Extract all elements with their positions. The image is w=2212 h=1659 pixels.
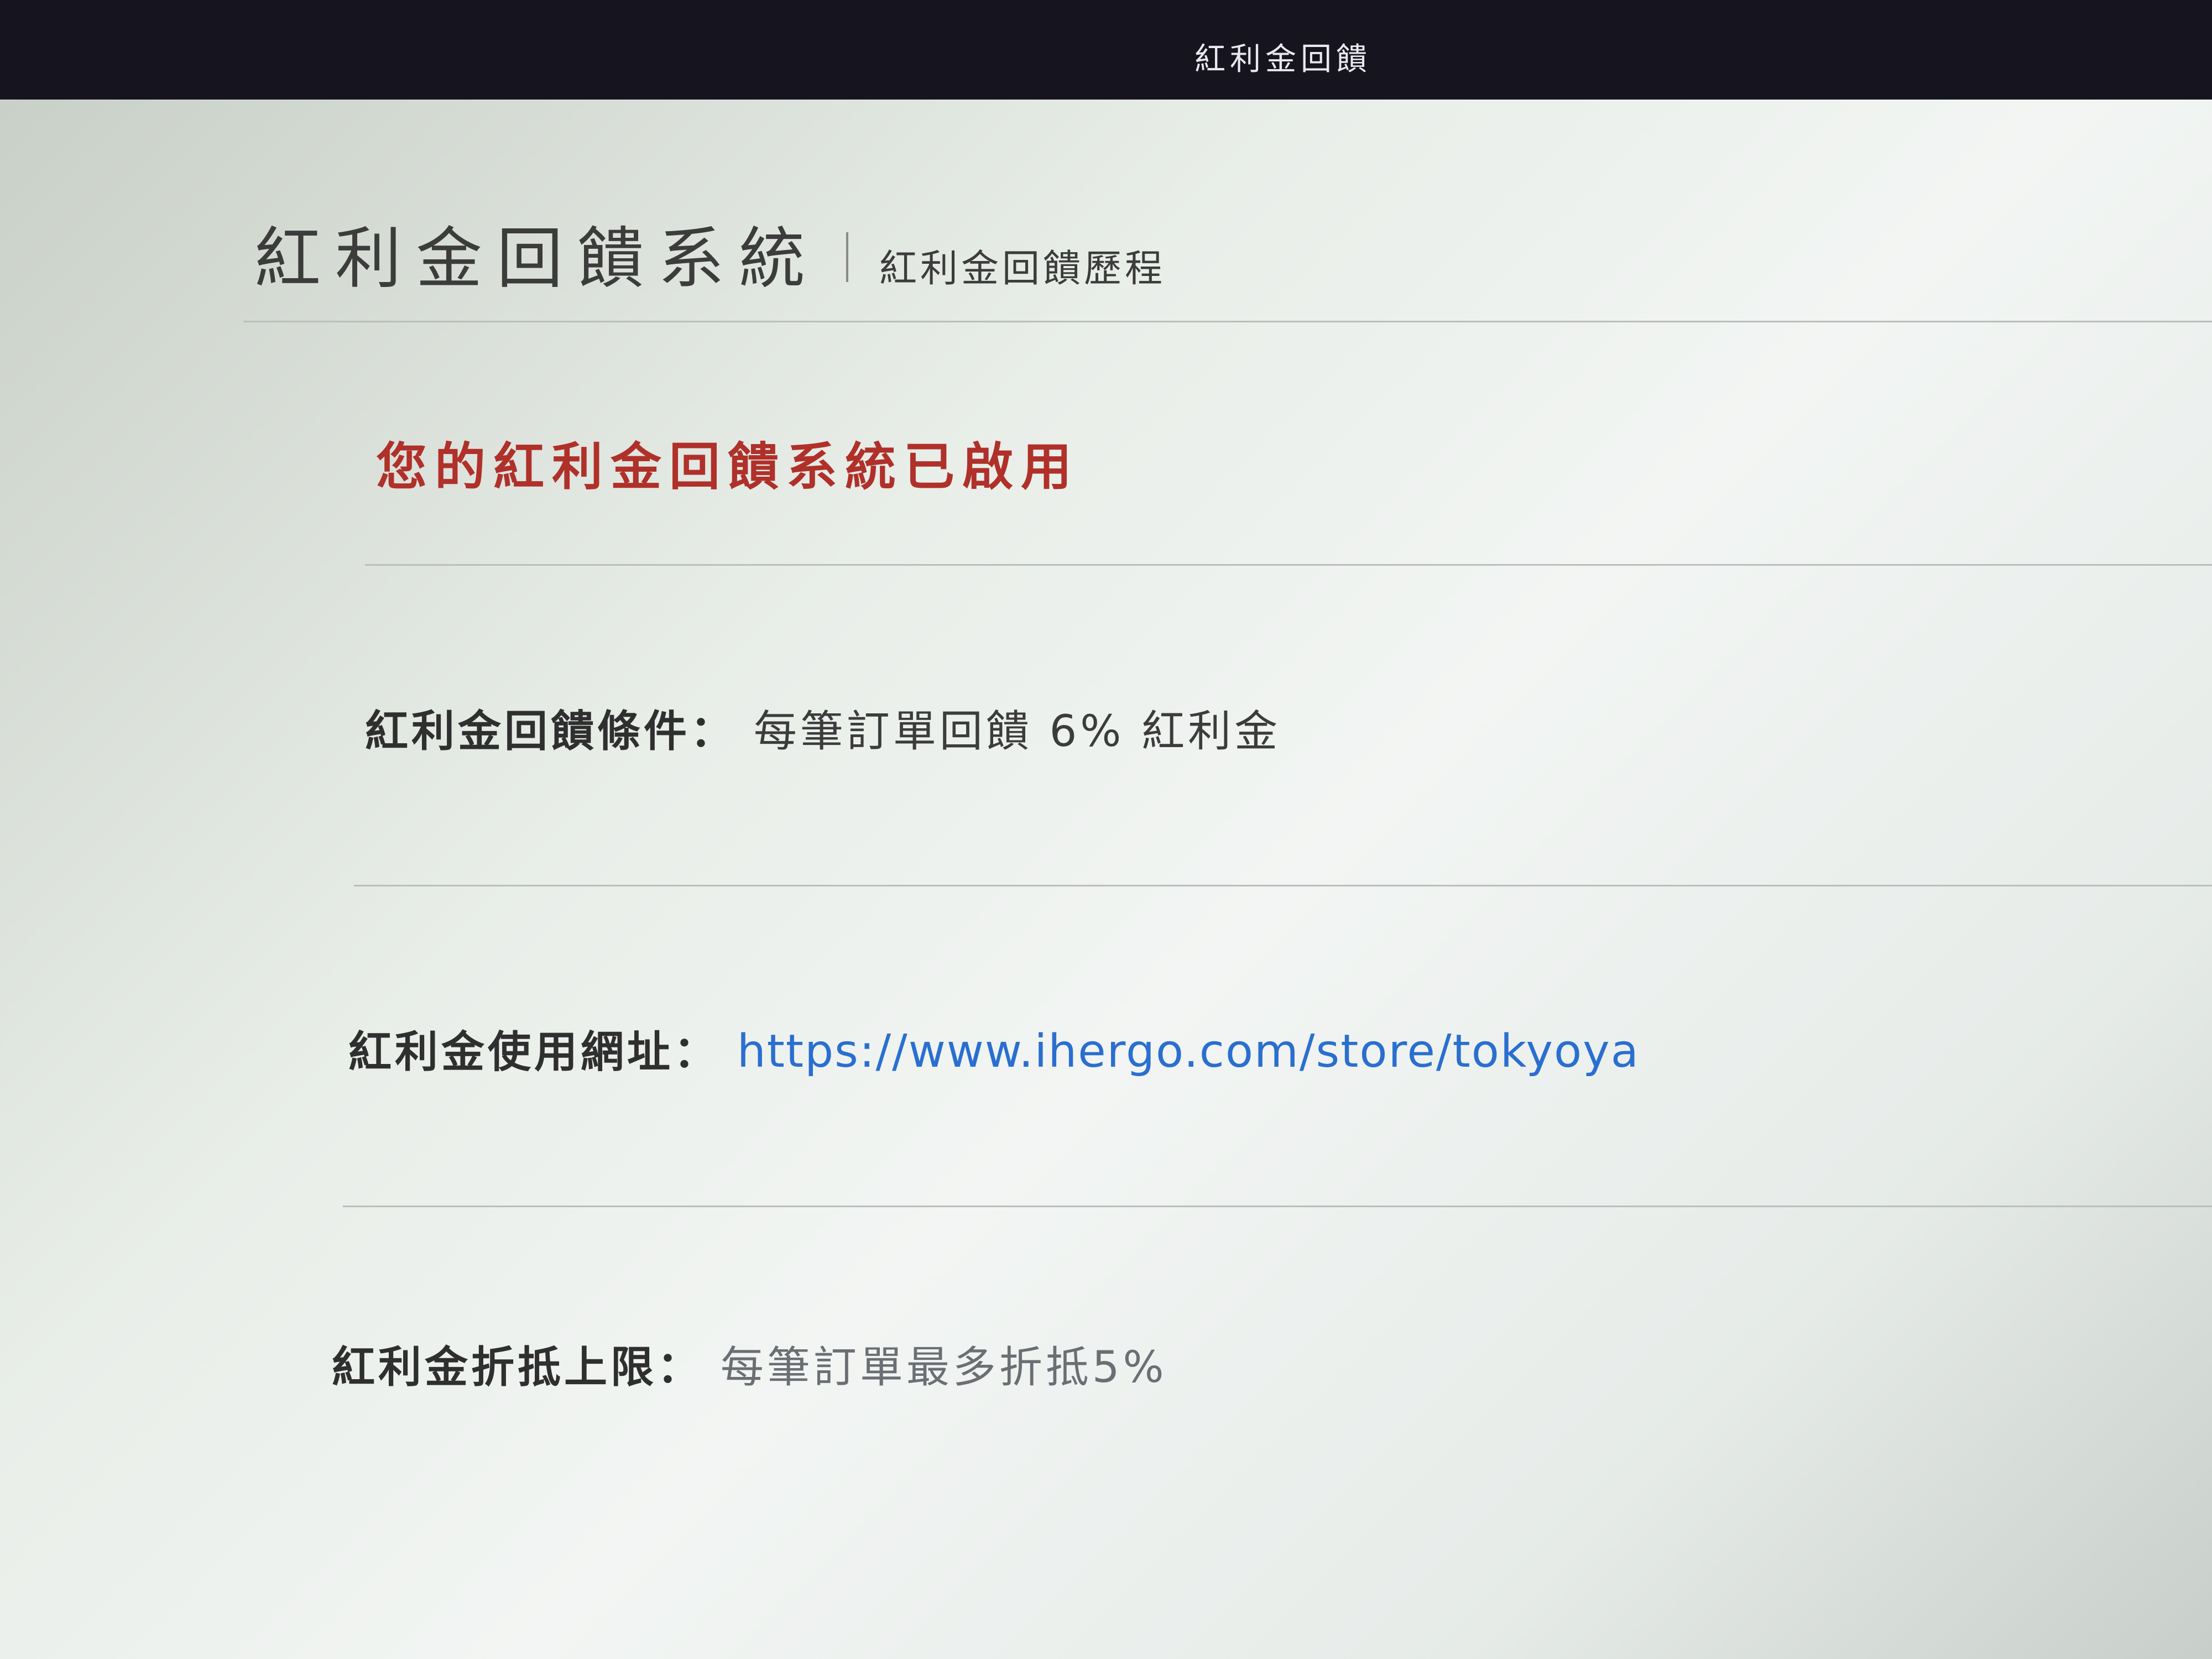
page-content: 紅利金回饋系統 紅利金回饋歷程 您的紅利金回饋系統已啟用 紅利金回饋條件： 每筆… [0,100,2212,1659]
page-title: 紅利金回饋系統 [254,221,820,298]
header-divider [846,232,848,282]
divider [343,1206,2212,1207]
divider [354,885,2212,886]
history-link[interactable]: 紅利金回饋歷程 [879,238,1166,293]
info-row-condition: 紅利金回饋條件： 每筆訂單回饋 6% 紅利金 [365,697,1281,759]
divider [365,564,2212,566]
divider [243,321,2212,322]
store-url-link[interactable]: https://www.ihergo.com/store/tokyoya [737,1025,1640,1078]
condition-label: 紅利金回饋條件： [365,707,737,757]
url-label: 紅利金使用網址： [348,1027,721,1077]
limit-label: 紅利金折抵上限： [332,1343,704,1392]
status-message: 您的紅利金回饋系統已啟用 [376,437,1080,497]
condition-value: 每筆訂單回饋 6% 紅利金 [753,707,1281,757]
info-row-url: 紅利金使用網址： https://www.ihergo.com/store/to… [348,1018,1640,1079]
limit-value: 每筆訂單最多折抵5% [720,1343,1167,1392]
window-title: 紅利金回饋 [1194,41,1371,77]
info-row-limit: 紅利金折抵上限： 每筆訂單最多折抵5% [332,1333,1167,1395]
